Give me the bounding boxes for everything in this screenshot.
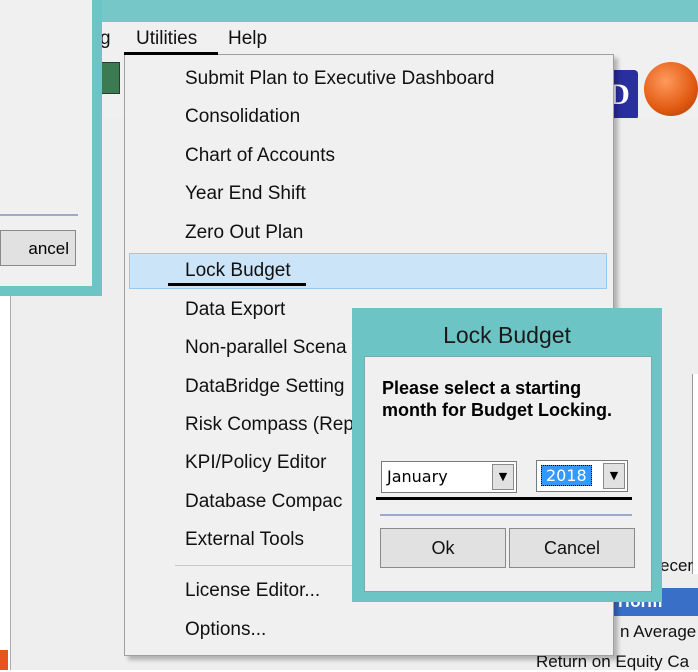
right-panel-text: ecer bbox=[660, 556, 694, 575]
dialog-title: Lock Budget bbox=[443, 322, 571, 348]
menu-item-license-editor[interactable]: License Editor... bbox=[185, 574, 320, 608]
month-select-value: January bbox=[387, 467, 448, 486]
cancel-button[interactable]: Cancel bbox=[509, 528, 635, 568]
menu-item-chart-of-accounts[interactable]: Chart of Accounts bbox=[185, 139, 335, 173]
right-panel-border bbox=[692, 374, 698, 574]
menu-item-risk-compass[interactable]: Risk Compass (Rep bbox=[185, 408, 354, 442]
dialog-separator bbox=[380, 514, 632, 516]
menu-item-databridge[interactable]: DataBridge Setting bbox=[185, 370, 345, 404]
menu-item-database-compact[interactable]: Database Compac bbox=[185, 485, 342, 519]
dialog-prompt: Please select a starting month for Budge… bbox=[382, 378, 612, 420]
annotation-underline-utilities bbox=[124, 52, 218, 55]
menu-utilities[interactable]: Utilities bbox=[136, 28, 197, 50]
menu-item-kpi-policy[interactable]: KPI/Policy Editor bbox=[185, 446, 327, 480]
left-panel-edge bbox=[0, 296, 11, 670]
window-title-bar bbox=[0, 0, 698, 22]
right-panel-text: n Average bbox=[620, 622, 697, 641]
menu-item-external-tools[interactable]: External Tools bbox=[185, 523, 304, 557]
menu-item-consolidation[interactable]: Consolidation bbox=[185, 100, 300, 134]
background-dialog-separator bbox=[0, 214, 78, 216]
menu-item-non-parallel[interactable]: Non-parallel Scena bbox=[185, 331, 347, 365]
menu-item-submit-plan[interactable]: Submit Plan to Executive Dashboard bbox=[185, 62, 494, 96]
menu-help[interactable]: Help bbox=[228, 28, 267, 50]
year-select[interactable]: 2018 ▼ bbox=[536, 460, 628, 492]
menu-item-year-end-shift[interactable]: Year End Shift bbox=[185, 177, 306, 211]
menu-item-zero-out-plan[interactable]: Zero Out Plan bbox=[185, 216, 303, 250]
year-select-value: 2018 bbox=[541, 465, 592, 486]
orange-tab-icon bbox=[0, 650, 8, 670]
ok-button[interactable]: Ok bbox=[380, 528, 506, 568]
chevron-down-icon[interactable]: ▼ bbox=[492, 464, 514, 490]
calculator-icon[interactable] bbox=[100, 62, 120, 94]
chevron-down-icon[interactable]: ▼ bbox=[603, 463, 625, 489]
menu-item-options[interactable]: Options... bbox=[185, 613, 266, 647]
annotation-underline-lock-budget bbox=[168, 283, 306, 286]
month-select[interactable]: January ▼ bbox=[381, 461, 517, 493]
orange-orb-icon[interactable] bbox=[644, 62, 698, 116]
annotation-underline-selects bbox=[376, 497, 632, 500]
menu-item-data-export[interactable]: Data Export bbox=[185, 293, 285, 327]
background-cancel-button[interactable]: ancel bbox=[0, 230, 76, 266]
